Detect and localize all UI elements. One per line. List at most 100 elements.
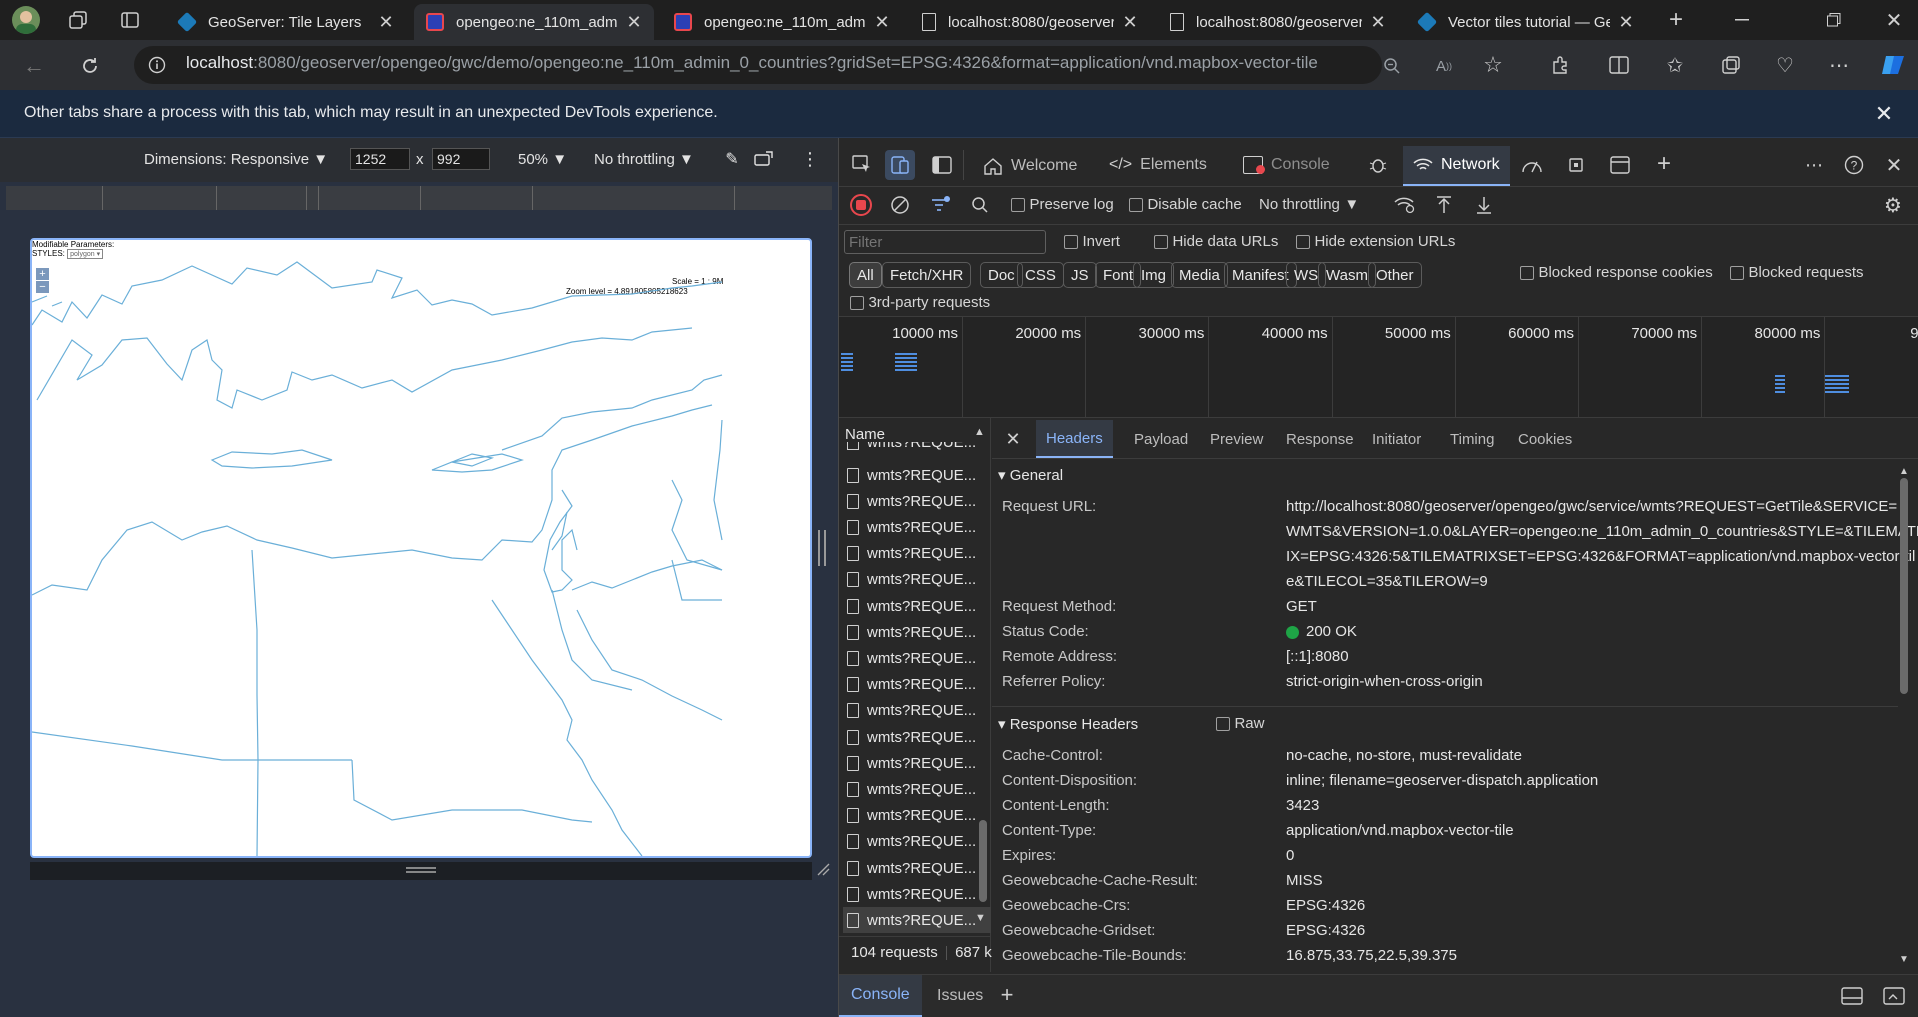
request-row[interactable]: wmts?REQUE... (843, 567, 991, 593)
inspect-element-icon[interactable] (849, 152, 875, 178)
raw-checkbox[interactable]: Raw (1216, 715, 1264, 733)
request-row[interactable]: wmts?REQUE... (843, 750, 991, 776)
width-input[interactable] (350, 148, 410, 170)
sort-up-icon[interactable]: ▲ (974, 426, 985, 438)
copilot-icon[interactable] (1878, 50, 1908, 80)
screencast-icon[interactable] (1881, 984, 1907, 1008)
blocked-response-cookies-checkbox[interactable]: Blocked response cookies (1520, 264, 1713, 282)
height-input[interactable] (432, 148, 490, 170)
dimensions-dropdown[interactable]: Dimensions: Responsive ▼ (144, 151, 328, 168)
tab-welcome[interactable]: Welcome (983, 156, 1077, 176)
vector-tile-map[interactable] (32, 240, 810, 856)
browser-tab[interactable]: opengeo:ne_110m_admir ✕ (414, 4, 654, 40)
download-icon[interactable] (1473, 194, 1495, 216)
request-row-partial[interactable]: wmts?REQUE... (843, 442, 991, 452)
close-tab-icon[interactable]: ✕ (624, 12, 644, 32)
refresh-icon[interactable] (76, 52, 104, 80)
close-window-button[interactable]: ✕ (1874, 8, 1914, 32)
throttling-dropdown[interactable]: No throttling ▼ (594, 151, 694, 168)
request-row[interactable]: wmts?REQUE... (843, 698, 991, 724)
zoom-dropdown[interactable]: 50% ▼ (518, 151, 567, 168)
name-column-header[interactable]: Name (845, 426, 885, 443)
detail-scrollbar[interactable] (1900, 478, 1908, 694)
detail-tab-preview[interactable]: Preview (1200, 420, 1273, 458)
blocked-requests-checkbox[interactable]: Blocked requests (1730, 264, 1864, 282)
tab-elements[interactable]: </> Elements (1109, 156, 1207, 174)
detail-tab-response[interactable]: Response (1276, 420, 1364, 458)
request-row[interactable]: wmts?REQUE... (843, 514, 991, 540)
request-row[interactable]: wmts?REQUE... (843, 488, 991, 514)
settings-more-icon[interactable]: ⋯ (1826, 52, 1852, 78)
general-section-header[interactable]: ▾ General (998, 466, 1063, 484)
request-row[interactable]: wmts?REQUE... (843, 881, 991, 907)
close-tab-icon[interactable]: ✕ (1368, 12, 1388, 32)
more-options-icon[interactable]: ⋯ (1801, 152, 1827, 178)
workspaces-icon[interactable] (66, 8, 90, 32)
detail-tab-timing[interactable]: Timing (1440, 420, 1504, 458)
request-row[interactable]: wmts?REQUE... (843, 724, 991, 750)
favorite-star-icon[interactable]: ☆ (1480, 52, 1506, 78)
scroll-up-icon[interactable]: ▲ (1899, 466, 1909, 477)
request-row[interactable]: wmts?REQUE... (843, 672, 991, 698)
network-overview-timeline[interactable]: 10000 ms 20000 ms 30000 ms 40000 ms 50000 ms… (839, 317, 1918, 417)
dock-side-icon[interactable] (929, 152, 955, 178)
hide-extension-urls-checkbox[interactable]: Hide extension URLs (1296, 233, 1455, 251)
back-icon[interactable]: ← (20, 52, 48, 80)
tab-network[interactable]: Network (1403, 146, 1510, 186)
zoom-icon[interactable] (1380, 54, 1404, 78)
request-row[interactable]: wmts?REQUE... (843, 619, 991, 645)
close-icon[interactable]: ✕ (1002, 428, 1024, 450)
close-tab-icon[interactable]: ✕ (376, 12, 396, 32)
more-tools-icon[interactable]: + (1651, 150, 1677, 178)
preserve-log-checkbox[interactable]: Preserve log (1011, 196, 1114, 214)
close-tab-icon[interactable]: ✕ (1616, 12, 1636, 32)
scroll-down-icon[interactable]: ▼ (1899, 954, 1909, 965)
browser-tab[interactable]: localhost:8080/geoserver ✕ (1158, 4, 1398, 40)
more-options-icon[interactable]: ⋮ (800, 148, 820, 170)
detail-tab-payload[interactable]: Payload (1124, 420, 1198, 458)
performance-icon[interactable] (1519, 152, 1545, 178)
request-list-scrollbar[interactable] (979, 820, 987, 902)
network-settings-icon[interactable]: ⚙ (1881, 194, 1905, 217)
url-text[interactable]: localhost:8080/geoserver/opengeo/gwc/dem… (186, 53, 1318, 73)
network-conditions-icon[interactable] (1393, 194, 1417, 216)
application-icon[interactable] (1607, 152, 1633, 178)
type-filter-other[interactable]: Other (1368, 262, 1422, 288)
request-row[interactable]: wmts?REQUE... (843, 776, 991, 802)
drawer-tab-console[interactable]: Console (839, 975, 922, 1017)
network-throttling-dropdown[interactable]: No throttling ▼ (1259, 196, 1359, 214)
clear-icon[interactable] (889, 194, 911, 216)
bug-icon[interactable] (1365, 152, 1391, 178)
record-stop-icon[interactable] (850, 194, 872, 216)
disable-cache-checkbox[interactable]: Disable cache (1129, 196, 1242, 214)
request-row[interactable]: wmts?REQUE... (843, 462, 991, 488)
request-row[interactable]: wmts?REQUE... (843, 541, 991, 567)
rotate-icon[interactable] (752, 148, 776, 170)
browser-tab[interactable]: GeoServer: Tile Layers ✕ (166, 4, 406, 40)
detail-tab-headers[interactable]: Headers (1036, 420, 1113, 458)
type-filter-css[interactable]: CSS (1017, 262, 1064, 288)
browser-tab[interactable]: localhost:8080/geoserver ✕ (910, 4, 1150, 40)
request-row[interactable]: wmts?REQUE... (843, 855, 991, 881)
viewport-resize-bar[interactable] (30, 862, 812, 880)
new-tab-button[interactable]: + (1664, 6, 1688, 33)
dock-drawer-icon[interactable] (1839, 984, 1865, 1008)
filter-input[interactable] (844, 230, 1046, 254)
close-tab-icon[interactable]: ✕ (872, 12, 892, 32)
restore-button[interactable] (1814, 8, 1854, 32)
browser-essentials-icon[interactable]: ♡ (1772, 52, 1798, 78)
tab-actions-icon[interactable] (118, 8, 142, 32)
scroll-down-icon[interactable]: ▼ (975, 912, 986, 924)
close-icon[interactable]: ✕ (1872, 101, 1896, 126)
filter-icon[interactable] (929, 194, 953, 216)
type-filter-all[interactable]: All (849, 262, 882, 288)
browser-tab[interactable]: opengeo:ne_110m_admi ✕ (662, 4, 902, 40)
detail-tab-cookies[interactable]: Cookies (1508, 420, 1582, 458)
type-filter-fetchxhr[interactable]: Fetch/XHR (882, 262, 972, 288)
memory-icon[interactable] (1563, 152, 1589, 178)
minimize-button[interactable] (1722, 8, 1762, 32)
read-aloud-icon[interactable]: A)) (1432, 54, 1456, 78)
collections-icon[interactable] (1718, 52, 1744, 78)
corner-resize-icon[interactable] (814, 860, 832, 878)
split-screen-icon[interactable] (1606, 52, 1632, 78)
